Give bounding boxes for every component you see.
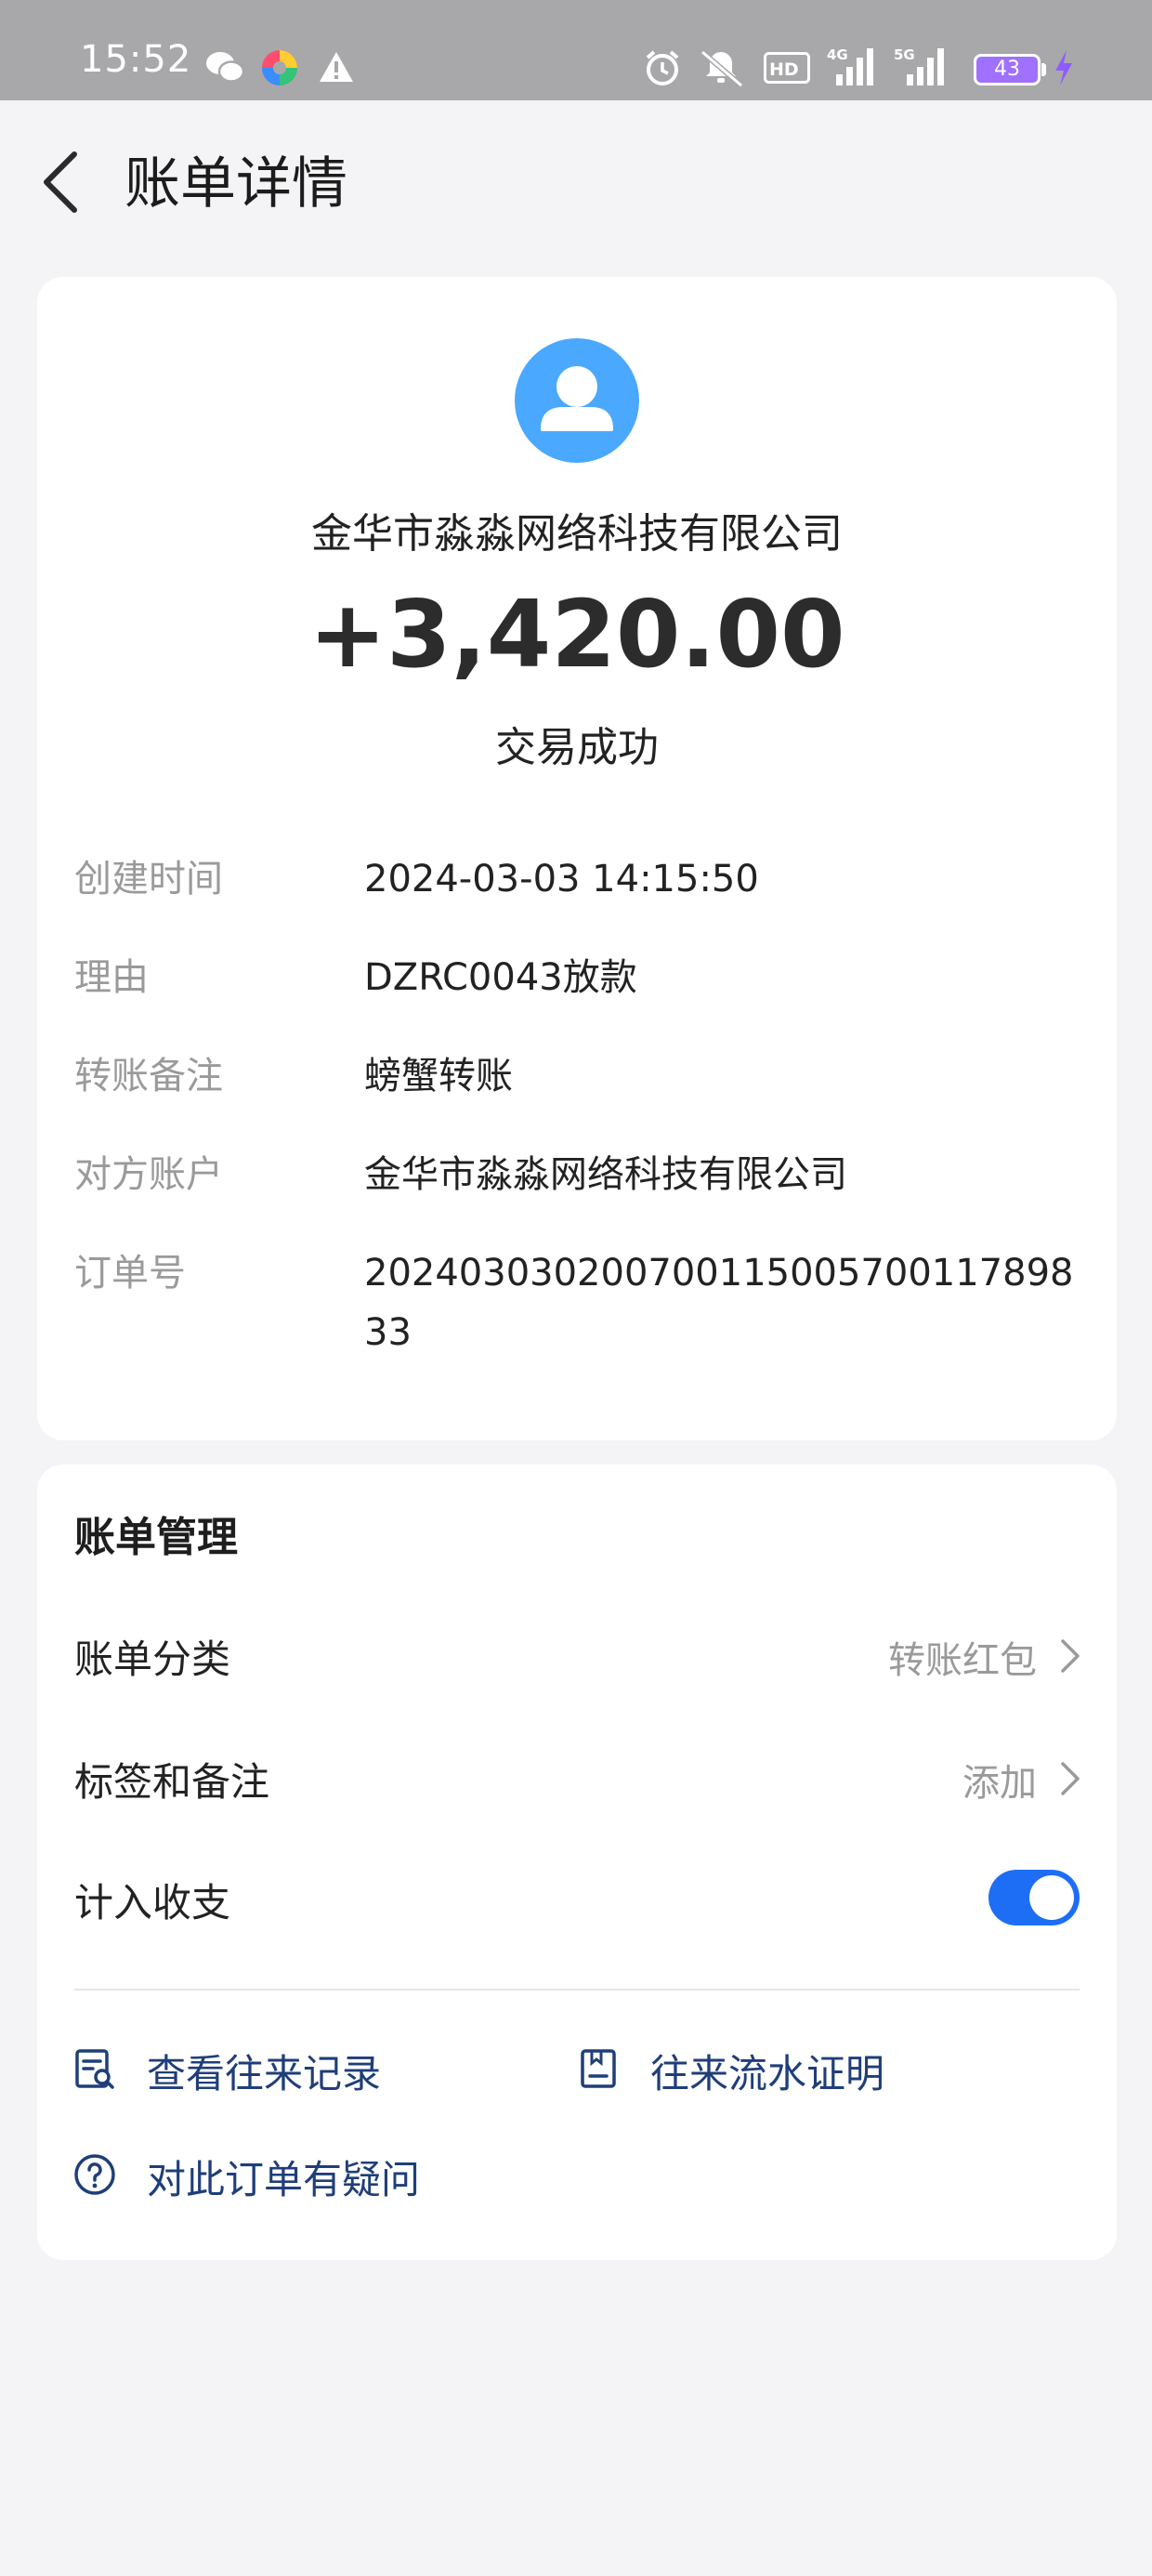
mute-icon [700,49,743,87]
warning-icon [320,52,353,82]
bill-management-card: 账单管理 账单分类 转账红包 标签和备注 添加 计入收支 查看往来记录 往来流水… [37,1465,1117,2260]
view-records-icon[interactable] [72,2046,117,2091]
battery-tip [1041,63,1046,76]
app-colorful-icon [262,50,297,85]
field-label-transfer-note: 转账备注 [74,1055,223,1097]
hd-icon: HD [764,52,810,84]
app-header: 账单详情 [0,100,1152,258]
field-value-order-number: 202403030200700115005700117898 33 [364,1252,1074,1354]
transaction-amount: +3,420.00 [308,580,845,689]
field-value-created-time: 2024-03-03 14:15:50 [364,858,759,900]
bill-category-value[interactable]: 转账红包 [888,1630,1037,1684]
include-in-balance-label: 计入收支 [74,1880,231,1925]
wechat-icon [206,52,245,83]
back-arrow-icon[interactable] [37,149,89,216]
field-label-order-number: 订单号 [74,1252,186,1295]
transaction-status: 交易成功 [495,724,659,771]
field-value-reason: DZRC0043放款 [364,956,637,999]
question-icon[interactable] [72,2152,117,2197]
tag-note-label[interactable]: 标签和备注 [74,1751,269,1807]
statement-link[interactable]: 往来流水证明 [650,2043,884,2099]
include-in-balance-toggle[interactable] [988,1870,1080,1925]
field-value-transfer-note: 螃蟹转账 [364,1055,513,1097]
field-label-counterparty: 对方账户 [74,1153,223,1196]
battery-level: 43 [994,58,1020,81]
field-label-created-time: 创建时间 [74,858,223,900]
payee-name: 金华市淼淼网络科技有限公司 [311,510,843,558]
status-bar: 15:52 HD 4G 5G 43 [0,0,1152,100]
field-label-reason: 理由 [74,956,149,999]
status-time: 15:52 [80,38,192,81]
divider [74,1989,1080,1991]
avatar [515,338,639,463]
tag-note-value[interactable]: 添加 [962,1753,1037,1807]
signal-5g-icon: 5G [894,46,944,85]
order-question-link[interactable]: 对此订单有疑问 [147,2149,420,2205]
statement-icon[interactable] [576,2046,621,2091]
battery-icon: 43 [974,54,1041,85]
chevron-right-icon[interactable] [1059,1760,1081,1797]
user-avatar-icon [541,366,613,431]
bill-category-label[interactable]: 账单分类 [74,1628,230,1685]
alarm-icon [646,50,679,85]
field-value-counterparty: 金华市淼淼网络科技有限公司 [364,1153,847,1196]
network-5g-text: 5G [894,46,915,63]
toggle-knob [1029,1875,1074,1920]
chevron-right-icon[interactable] [1059,1637,1081,1675]
hd-text: HD [769,59,799,80]
page-title: 账单详情 [124,151,347,217]
charging-icon [1055,50,1072,85]
section-title-bill-management: 账单管理 [74,1514,238,1561]
network-4g-text: 4G [827,46,848,63]
transaction-detail-card: 金华市淼淼网络科技有限公司 +3,420.00 交易成功 创建时间 2024-0… [37,277,1117,1440]
signal-4g-icon: 4G [827,46,873,85]
view-records-link[interactable]: 查看往来记录 [147,2043,381,2099]
